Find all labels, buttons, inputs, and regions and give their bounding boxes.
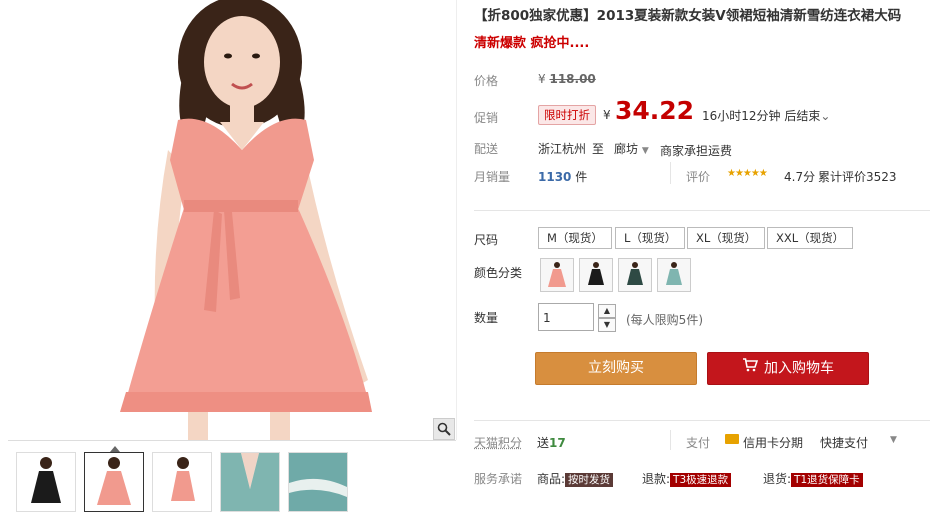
main-product-image[interactable] (8, 0, 457, 440)
buy-now-button[interactable]: 立刻购买 (535, 352, 697, 385)
stats-divider (670, 162, 671, 184)
payment-expand-icon[interactable]: ▼ (890, 435, 897, 445)
service-goods: 商品: 按时发货 (537, 470, 614, 487)
service-label: 服务承诺 (474, 472, 523, 486)
promo-label: 促销 (474, 111, 499, 125)
caret-down-icon: ▼ (641, 146, 649, 156)
color-swatch-dark-green[interactable] (618, 258, 652, 292)
points-value: 送17 (537, 436, 566, 450)
add-to-cart-label: 加入购物车 (764, 360, 834, 377)
add-to-cart-button[interactable]: 加入购物车 (707, 352, 869, 385)
thumbs-divider (8, 440, 456, 441)
service-refund: 退款: T3极速退款 (642, 470, 732, 487)
quantity-decrease-icon[interactable]: ▼ (598, 318, 616, 332)
tmall-points-label: 天猫积分 (474, 436, 523, 450)
model-photo (8, 0, 456, 440)
thumbnail-pink-side[interactable] (152, 452, 212, 512)
size-option-l[interactable]: L（现货） (615, 227, 686, 249)
size-option-m[interactable]: M（现货） (538, 227, 612, 249)
thumbnail-neckline-detail[interactable] (220, 452, 280, 512)
payment-label: 支付 (686, 436, 711, 450)
limited-discount-badge: 限时打折 (538, 105, 596, 125)
section-divider-2 (474, 420, 930, 421)
rating-label: 评价 (686, 170, 711, 184)
quantity-increase-icon[interactable]: ▲ (598, 304, 616, 318)
section-divider (474, 210, 930, 211)
points-divider (670, 430, 671, 450)
delivery-label: 配送 (474, 142, 499, 156)
shipping-info: 商家承担运费 (660, 144, 733, 158)
on-time-delivery-badge: 按时发货 (565, 473, 614, 487)
credit-installment-option[interactable]: 信用卡分期 (743, 434, 803, 451)
fast-refund-badge: T3极速退款 (670, 473, 732, 487)
monthly-sales: 1130 件 (538, 170, 588, 184)
rating-score: 4.7分 (784, 170, 816, 184)
chevron-down-icon: ⌄ (820, 109, 831, 123)
color-label: 颜色分类 (474, 266, 523, 280)
zoom-icon[interactable] (433, 418, 455, 440)
rating-stars-icon: ★★★★★ (727, 168, 768, 179)
cart-icon (742, 353, 759, 384)
service-return: 退货: T1退货保障卡 (763, 470, 863, 487)
countdown-timer: 16小时12分钟 后结束⌄ (702, 109, 831, 123)
product-subtitle: 清新爆款 疯抢中.... (474, 36, 590, 51)
quantity-input[interactable]: 1 (538, 303, 594, 331)
size-label: 尺码 (474, 233, 499, 247)
purchase-limit: (每人限购5件) (626, 313, 703, 327)
product-title: 【折800独家优惠】2013夏装新款女装V领裙短袖清新雪纺连衣裙大码 (474, 8, 902, 24)
color-swatch-black[interactable] (579, 258, 613, 292)
delivery-destination-select[interactable]: 廊坊 ▼ (614, 140, 649, 157)
quick-pay-option[interactable]: 快捷支付 (820, 434, 868, 451)
monthly-sales-label: 月销量 (474, 170, 511, 184)
quantity-label: 数量 (474, 311, 499, 325)
thumbnail-fabric-detail[interactable] (288, 452, 348, 512)
color-swatch-pink[interactable] (540, 258, 574, 292)
size-option-xl[interactable]: XL（现货） (687, 227, 766, 249)
promo-price: 34.22 (615, 96, 695, 125)
price-label: 价格 (474, 74, 499, 88)
credit-card-icon (725, 434, 739, 444)
color-swatch-teal[interactable] (657, 258, 691, 292)
thumbnail-pink-dress[interactable] (84, 452, 144, 512)
promo-currency: ¥ (603, 108, 611, 122)
total-reviews-link[interactable]: 累计评价3523 (818, 168, 897, 185)
original-price: ¥ 118.00 (538, 72, 596, 86)
delivery-to-word: 至 (592, 142, 605, 156)
return-guarantee-badge: T1退货保障卡 (791, 473, 863, 487)
size-option-xxl[interactable]: XXL（现货） (767, 227, 854, 249)
delivery-from: 浙江杭州 (538, 142, 587, 156)
thumbnail-black-dress[interactable] (16, 452, 76, 512)
